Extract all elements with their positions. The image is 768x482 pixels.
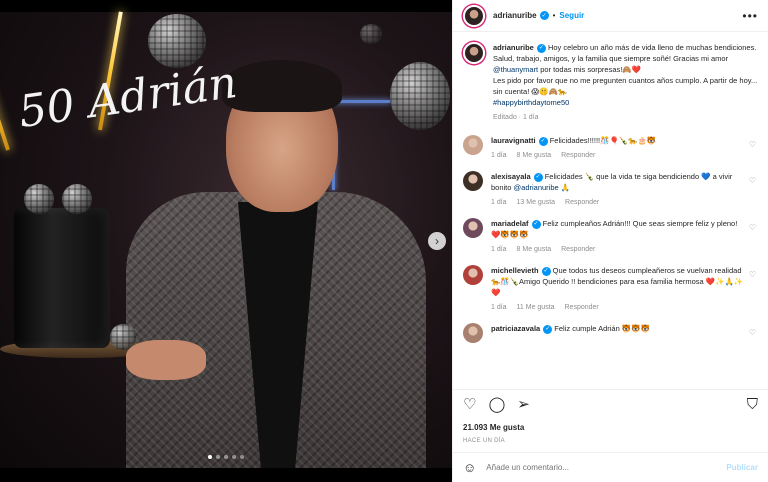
commenter-username[interactable]: mariadelaf <box>491 219 529 228</box>
caption-meta: Editado · 1 día <box>493 114 539 121</box>
comment-input[interactable] <box>486 463 717 472</box>
verified-icon: ✓ <box>538 136 548 146</box>
comment-text: patriciazavala ✓ Feliz cumple Adrián 🐯🐯🐯 <box>491 323 650 334</box>
comment-body: Feliz cumple Adrián 🐯🐯🐯 <box>554 324 650 333</box>
carousel-dot <box>208 455 212 459</box>
comment-time: 1 día <box>491 304 507 311</box>
commenter-avatar[interactable] <box>463 218 483 238</box>
cake <box>14 208 110 348</box>
comment-row: patriciazavala ✓ Feliz cumple Adrián 🐯🐯🐯 ♡ <box>463 323 758 343</box>
photo-bottom-bar <box>0 468 452 482</box>
hashtag-link[interactable]: #happybirthdaytome50 <box>493 98 569 107</box>
verified-icon: ✓ <box>543 324 553 334</box>
commenter-avatar[interactable] <box>463 265 483 285</box>
emoji-icon[interactable]: ☺ <box>463 460 476 475</box>
verified-icon: ✓ <box>533 172 543 182</box>
comment-meta: 1 día 13 Me gusta Responder <box>491 199 744 206</box>
commenter-avatar[interactable] <box>463 171 483 191</box>
caption-username[interactable]: adrianuribe <box>493 43 534 52</box>
verified-icon: ✓ <box>536 43 546 53</box>
author-avatar[interactable] <box>463 42 485 64</box>
commenter-username[interactable]: michellevieth <box>491 266 539 275</box>
reply-button[interactable]: Responder <box>565 304 599 311</box>
comment-row: alexisayala ✓ Felicidades 🍾 que la vida t… <box>463 171 758 206</box>
comment-likes[interactable]: 11 Me gusta <box>517 304 555 311</box>
caption-part: por todas mis sorpresas!🙈❤️ <box>538 65 642 74</box>
commenter-username[interactable]: patriciazavala <box>491 324 540 333</box>
chevron-right-icon: › <box>435 234 439 248</box>
like-comment-heart-icon[interactable]: ♡ <box>749 328 756 337</box>
follow-button[interactable]: Seguir <box>559 11 584 20</box>
mention-link[interactable]: @adrianuribe <box>514 183 559 192</box>
comment-row: mariadelaf ✓ Feliz cumpleaños Adrián!!! Q… <box>463 218 758 253</box>
carousel-dot <box>216 455 220 459</box>
commenter-username[interactable]: lauravignatti <box>491 136 536 145</box>
commenter-avatar[interactable] <box>463 323 483 343</box>
caption: adrianuribe ✓ Hoy celebro un año más de v… <box>463 42 758 121</box>
comment-likes[interactable]: 13 Me gusta <box>517 199 556 206</box>
sparkler <box>0 44 10 151</box>
like-comment-heart-icon[interactable]: ♡ <box>749 270 756 279</box>
comment-time: 1 día <box>491 152 507 159</box>
comments-scroll-area[interactable]: adrianuribe ✓ Hoy celebro un año más de v… <box>453 32 768 389</box>
commenter-avatar[interactable] <box>463 135 483 155</box>
comment-row: lauravignatti ✓ Felicidades!!!!!!🎊🎈🍾🐆🎂🐯 1… <box>463 135 758 159</box>
comment-text: michellevieth ✓ Que todos tus deseos cump… <box>491 265 744 298</box>
reply-button[interactable]: Responder <box>561 246 595 253</box>
comment-text: alexisayala ✓ Felicidades 🍾 que la vida t… <box>491 171 744 193</box>
post-time: HACE UN DÍA <box>463 438 505 444</box>
comment-time: 1 día <box>491 246 507 253</box>
carousel-indicator <box>208 455 244 459</box>
comment-body: Felicidades!!!!!!🎊🎈🍾🐆🎂🐯 <box>549 136 657 145</box>
comment-text: mariadelaf ✓ Feliz cumpleaños Adrián!!! Q… <box>491 218 744 240</box>
post-photo[interactable]: 50 Adrián › <box>0 0 452 482</box>
share-icon[interactable]: ➢ <box>517 397 530 412</box>
add-comment-bar: ☺ Publicar <box>453 452 768 482</box>
caption-part: Les pido por favor que no me pregunten c… <box>493 76 758 96</box>
separator-dot: • <box>552 11 556 20</box>
verified-icon: ✓ <box>541 266 551 276</box>
next-photo-button[interactable]: › <box>428 232 446 250</box>
verified-icon: ✓ <box>531 219 541 229</box>
post-header: adrianuribe ✓ • Seguir ••• <box>453 0 768 32</box>
comment-body: 🙏 <box>558 183 571 192</box>
hair <box>222 60 342 112</box>
comment-icon[interactable]: ◯ <box>488 397 505 412</box>
carousel-dot <box>232 455 236 459</box>
like-comment-heart-icon[interactable]: ♡ <box>749 140 756 149</box>
commenter-username[interactable]: alexisayala <box>491 172 531 181</box>
author-username[interactable]: adrianuribe <box>493 11 537 20</box>
hand <box>126 340 206 380</box>
likes-count[interactable]: 21.093 Me gusta <box>453 419 768 432</box>
disco-ball <box>24 184 54 214</box>
like-comment-heart-icon[interactable]: ♡ <box>749 223 756 232</box>
comment-time: 1 día <box>491 199 507 206</box>
comment-likes[interactable]: 8 Me gusta <box>517 152 552 159</box>
comment-meta: 1 día 11 Me gusta Responder <box>491 304 744 311</box>
reply-button[interactable]: Responder <box>565 199 599 206</box>
verified-icon: ✓ <box>539 11 549 20</box>
publish-button[interactable]: Publicar <box>726 463 758 472</box>
reply-button[interactable]: Responder <box>561 152 595 159</box>
author-avatar[interactable] <box>463 4 485 27</box>
disco-ball <box>62 184 92 214</box>
comment-meta: 1 día 8 Me gusta Responder <box>491 152 656 159</box>
caption-text: adrianuribe ✓ Hoy celebro un año más de v… <box>493 42 758 108</box>
disco-ball <box>360 24 382 44</box>
comment-meta: 1 día 8 Me gusta Responder <box>491 246 744 253</box>
heart-icon[interactable]: ♡ <box>463 397 476 412</box>
carousel-dot <box>240 455 244 459</box>
more-options-icon[interactable]: ••• <box>742 9 758 23</box>
post-side-panel: adrianuribe ✓ • Seguir ••• adrianuribe ✓ … <box>452 0 768 482</box>
comments-list: lauravignatti ✓ Felicidades!!!!!!🎊🎈🍾🐆🎂🐯 1… <box>463 135 758 343</box>
carousel-dot <box>224 455 228 459</box>
comment-likes[interactable]: 8 Me gusta <box>517 246 552 253</box>
action-bar: ♡ ◯ ➢ ⛉ <box>453 389 768 419</box>
photo-top-bar <box>0 0 452 12</box>
comment-text: lauravignatti ✓ Felicidades!!!!!!🎊🎈🍾🐆🎂🐯 <box>491 135 656 146</box>
mention-link[interactable]: @thuanymart <box>493 65 538 74</box>
like-comment-heart-icon[interactable]: ♡ <box>749 176 756 185</box>
comment-row: michellevieth ✓ Que todos tus deseos cump… <box>463 265 758 311</box>
bookmark-icon[interactable]: ⛉ <box>747 397 758 412</box>
